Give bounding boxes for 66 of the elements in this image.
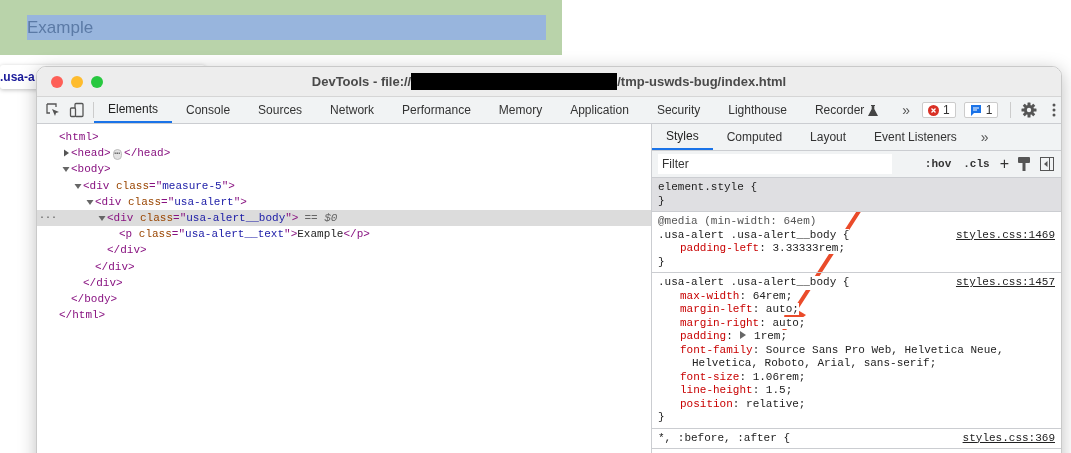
rule-selector: .usa-alert .usa-alert__body { xyxy=(658,228,850,242)
panel-tab[interactable]: Security xyxy=(642,97,715,123)
class-toggle-button[interactable]: .cls xyxy=(961,158,992,170)
message-count-badge[interactable]: 1 xyxy=(963,102,999,118)
source-link[interactable]: styles.css:1457 xyxy=(955,276,1055,290)
media-query: @media (min-width: 64em) xyxy=(658,215,818,229)
error-count-badge[interactable]: 1 xyxy=(922,102,956,118)
closing-tag: </div> xyxy=(37,258,651,275)
panel-tab[interactable]: Elements xyxy=(94,97,173,123)
dom-node[interactable]: ··· <div class="usa-alert__body"> == $0 xyxy=(37,209,651,227)
expand-triangle-icon[interactable] xyxy=(739,331,748,339)
new-rule-button[interactable]: + xyxy=(999,155,1009,173)
inspect-icon[interactable] xyxy=(45,102,61,118)
panel-tab[interactable]: Network xyxy=(316,97,389,123)
css-declaration: padding-left: 3.33333rem; xyxy=(679,242,847,256)
sidebar-toggle-icon[interactable] xyxy=(1039,156,1055,172)
panel-tab[interactable]: Lighthouse xyxy=(714,97,801,123)
panel-tab[interactable]: Application xyxy=(556,97,643,123)
closing-brace: } xyxy=(658,255,666,269)
css-declaration: font-size: 1.06rem; xyxy=(679,370,807,384)
css-declaration: margin-left: auto; xyxy=(679,303,800,317)
sidebar-tab[interactable]: Layout xyxy=(796,124,861,150)
rule-selector: .usa-alert .usa-alert__body { xyxy=(658,276,850,290)
panel-tab[interactable]: Performance xyxy=(388,97,485,123)
message-icon xyxy=(969,104,982,116)
error-icon xyxy=(928,104,940,116)
rule-selector: *, :before, :after { xyxy=(658,431,791,445)
more-icon[interactable]: ··· xyxy=(39,209,57,227)
css-declaration: padding: 1rem; xyxy=(679,330,789,344)
hover-state-button[interactable]: :hov xyxy=(922,158,954,170)
closing-tag: </div> xyxy=(37,242,651,259)
source-link[interactable]: styles.css:369 xyxy=(962,431,1055,445)
device-toolbar-icon[interactable] xyxy=(69,102,85,118)
dom-node[interactable]: <div class="measure-5"> xyxy=(37,177,651,194)
rule-selector: element.style { xyxy=(658,181,758,195)
window-title: DevTools - file:// xyxy=(311,74,412,89)
paint-roller-icon[interactable] xyxy=(1017,156,1031,172)
sidebar-tab[interactable]: Computed xyxy=(712,124,797,150)
closing-tag: </div> xyxy=(37,274,651,291)
collapsed-triangle-icon[interactable] xyxy=(61,148,71,159)
panel-tab[interactable]: Sources xyxy=(244,97,317,123)
dom-node[interactable]: <body> xyxy=(37,161,651,178)
highlighted-text: Example xyxy=(27,15,546,40)
css-declaration: margin-right: auto; xyxy=(679,316,807,330)
closing-brace: } xyxy=(658,411,666,425)
panel-tab[interactable]: Recorder xyxy=(800,97,893,123)
source-link[interactable]: styles.css:1469 xyxy=(955,228,1055,242)
more-tabs-button[interactable]: » xyxy=(970,124,999,150)
close-button[interactable] xyxy=(51,75,63,88)
css-declaration: max-width: 64rem; xyxy=(679,289,794,303)
sidebar-tab[interactable]: Event Listeners xyxy=(860,124,971,150)
dom-node[interactable]: <html> xyxy=(37,129,651,146)
dom-node[interactable]: <head> ⋯ </head> xyxy=(37,145,651,162)
closing-tag: </html> xyxy=(37,307,651,324)
settings-icon[interactable] xyxy=(1021,102,1038,118)
filter-field[interactable]: Filter xyxy=(658,154,892,174)
css-declaration: position: relative; xyxy=(679,397,807,411)
closing-brace: } xyxy=(658,194,666,208)
panel-tab[interactable]: Memory xyxy=(484,97,557,123)
css-declaration: line-height: 1.5; xyxy=(679,384,794,398)
panel-tab[interactable]: Console xyxy=(172,97,245,123)
more-tabs-button[interactable]: » xyxy=(892,97,921,123)
dom-node[interactable]: <p class="usa-alert__text">Example</p> xyxy=(37,226,651,243)
dom-node[interactable]: <div class="usa-alert"> xyxy=(37,193,651,210)
window-title: /tmp-uswds-bug/index.html xyxy=(617,74,787,89)
closing-tag: </body> xyxy=(37,290,651,308)
